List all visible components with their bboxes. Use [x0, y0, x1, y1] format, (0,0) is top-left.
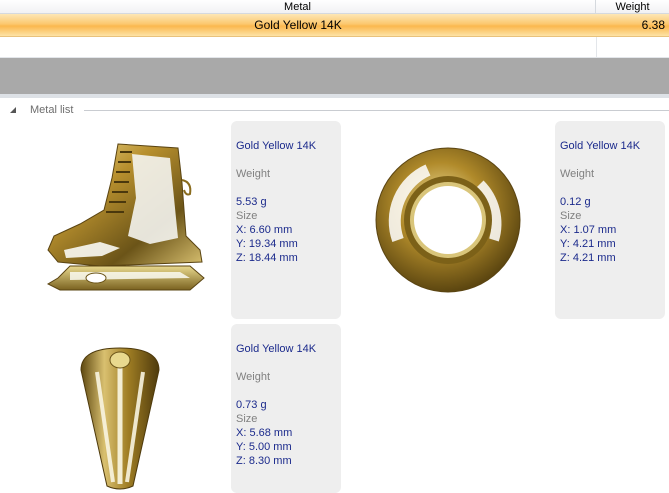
size-x: X: 6.60 mm: [236, 224, 293, 236]
column-divider: [596, 37, 597, 58]
collapse-triangle-icon[interactable]: [10, 107, 16, 113]
ring-model-icon[interactable]: [368, 140, 528, 300]
ice-skate-model-icon[interactable]: [40, 138, 210, 298]
weight-label: Weight: [236, 371, 271, 383]
size-y: Y: 4.21 mm: [560, 238, 616, 250]
grid-empty-area: [0, 58, 669, 94]
group-label: Metal list: [30, 104, 74, 116]
size-label: Size: [236, 210, 258, 222]
metal-name: Gold Yellow 14K: [236, 343, 317, 355]
size-z: Z: 4.21 mm: [560, 252, 616, 264]
size-x: X: 1.07 mm: [560, 224, 617, 236]
weight-label: Weight: [236, 168, 271, 180]
column-header-metal[interactable]: Metal: [0, 0, 596, 14]
size-z: Z: 8.30 mm: [236, 455, 292, 467]
cell-weight: 6.38: [641, 18, 665, 32]
column-header-weight[interactable]: Weight: [596, 0, 669, 14]
model-info-card[interactable]: Gold Yellow 14K Weight 0.73 g Size X: 5.…: [231, 324, 341, 493]
splitter[interactable]: [0, 94, 669, 98]
weight-value: 5.53 g: [236, 196, 267, 208]
size-label: Size: [560, 210, 582, 222]
weight-value: 0.73 g: [236, 399, 267, 411]
size-y: Y: 19.34 mm: [236, 238, 298, 250]
table-row[interactable]: Gold Yellow 14K 6.38: [0, 14, 669, 37]
cell-metal: Gold Yellow 14K: [254, 18, 342, 32]
weight-label: Weight: [560, 168, 595, 180]
model-info-card[interactable]: Gold Yellow 14K Weight 0.12 g Size X: 1.…: [555, 121, 665, 319]
group-divider: [84, 110, 669, 111]
model-info-card[interactable]: Gold Yellow 14K Weight 5.53 g Size X: 6.…: [231, 121, 341, 319]
size-y: Y: 5.00 mm: [236, 441, 292, 453]
size-x: X: 5.68 mm: [236, 427, 293, 439]
metal-name: Gold Yellow 14K: [560, 140, 641, 152]
table-row-empty[interactable]: [0, 37, 669, 58]
metal-name: Gold Yellow 14K: [236, 140, 317, 152]
size-z: Z: 18.44 mm: [236, 252, 298, 264]
bail-cap-model-icon[interactable]: [75, 346, 165, 492]
size-label: Size: [236, 413, 258, 425]
weight-value: 0.12 g: [560, 196, 591, 208]
